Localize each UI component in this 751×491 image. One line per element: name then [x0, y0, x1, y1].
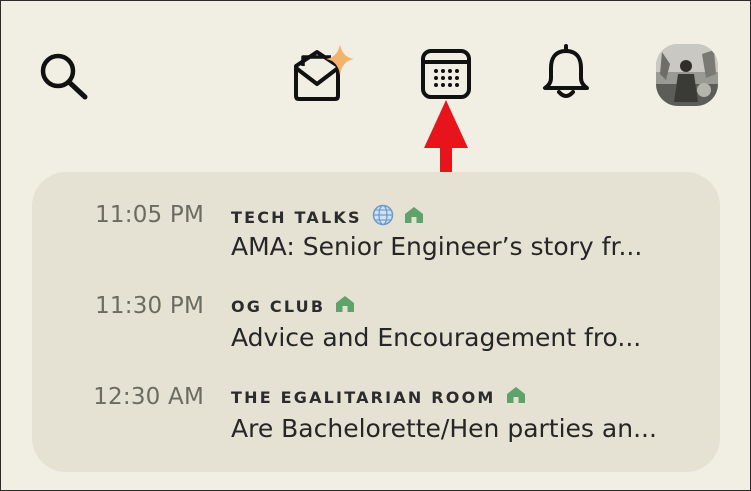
- event-time: 11:30 PM: [95, 293, 204, 319]
- house-icon: [404, 206, 424, 228]
- event-row[interactable]: 11:05 PM TECH TALKS AMA: Senior Engineer…: [32, 172, 720, 261]
- event-row[interactable]: 11:30 PM OG CLUB Advice and Encouragemen…: [32, 263, 720, 352]
- upcoming-events-card: 11:05 PM TECH TALKS AMA: Senior Engineer…: [32, 172, 720, 472]
- envelope-sparkle-icon[interactable]: [288, 42, 362, 104]
- club-name: OG CLUB: [231, 295, 355, 317]
- event-title: Are Bachelorette/Hen parties an...: [231, 414, 657, 443]
- club-label: THE EGALITARIAN ROOM: [231, 387, 496, 407]
- event-time: 11:05 PM: [95, 202, 204, 228]
- club-label: OG CLUB: [231, 296, 326, 316]
- avatar[interactable]: [656, 44, 718, 106]
- event-time: 12:30 AM: [93, 384, 204, 410]
- club-label: TECH TALKS: [231, 207, 362, 227]
- event-row[interactable]: 12:30 AM THE EGALITARIAN ROOM Are Bachel…: [32, 354, 720, 443]
- club-name: TECH TALKS: [231, 204, 424, 230]
- bell-icon[interactable]: [540, 44, 592, 102]
- club-name: THE EGALITARIAN ROOM: [231, 386, 526, 408]
- search-icon[interactable]: [36, 50, 92, 102]
- house-icon: [335, 295, 355, 317]
- house-icon: [506, 386, 526, 408]
- calendar-icon[interactable]: [418, 46, 474, 102]
- globe-icon: [372, 204, 394, 230]
- event-title: AMA: Senior Engineer’s story fr...: [231, 232, 643, 261]
- top-bar: [0, 0, 751, 150]
- event-title: Advice and Encouragement fro...: [231, 323, 642, 352]
